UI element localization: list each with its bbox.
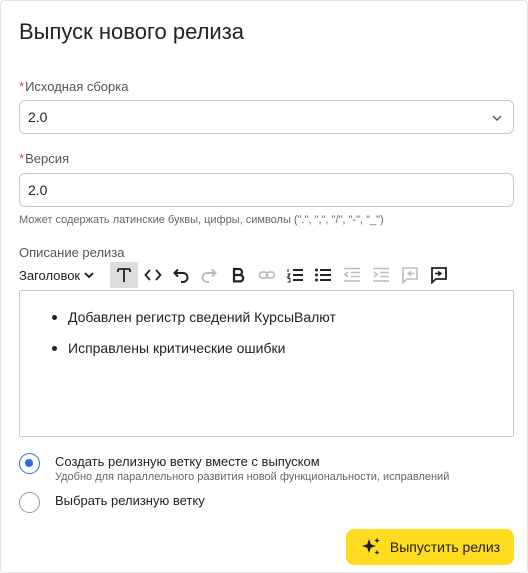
description-list: Добавлен регистр сведений КурсыВалют Исп…: [52, 309, 336, 371]
chevron-down-icon: [84, 272, 94, 279]
sparkle-icon: [361, 537, 380, 555]
description-label: Описание релиза: [19, 245, 125, 260]
option-sublabel: Удобно для параллельного развития новой …: [55, 471, 450, 483]
source-build-value: 2.0: [28, 109, 48, 125]
version-label: *Версия: [19, 151, 69, 166]
source-build-select[interactable]: 2.0: [19, 100, 514, 134]
required-mark: *: [19, 79, 25, 94]
release-button[interactable]: Выпустить релиз: [346, 529, 514, 565]
indent-icon[interactable]: [369, 262, 393, 288]
release-dialog: Выпуск нового релиза *Исходная сборка 2.…: [0, 0, 528, 573]
text-format-icon[interactable]: [110, 262, 138, 288]
code-icon[interactable]: [141, 262, 165, 288]
undo-icon[interactable]: [169, 262, 193, 288]
version-value: 2.0: [28, 182, 48, 198]
option-label: Выбрать релизную ветку: [55, 493, 205, 508]
bullet-list-icon[interactable]: [311, 262, 335, 288]
radio-select-branch[interactable]: [19, 492, 40, 513]
dialog-title: Выпуск нового релиза: [19, 19, 245, 44]
heading-select[interactable]: Заголовок: [19, 262, 105, 288]
redo-icon[interactable]: [197, 262, 221, 288]
release-button-label: Выпустить релиз: [389, 539, 501, 555]
chevron-down-icon: [492, 115, 502, 121]
option-label: Создать релизную ветку вместе с выпуском: [55, 454, 320, 469]
required-mark: *: [19, 151, 25, 166]
link-icon[interactable]: [255, 262, 279, 288]
radio-create-branch[interactable]: [19, 453, 40, 474]
version-hint: Может содержать латинские буквы, цифры, …: [19, 214, 384, 226]
description-editor[interactable]: Добавлен регистр сведений КурсыВалют Исп…: [19, 290, 514, 437]
comment-icon[interactable]: [398, 262, 422, 288]
list-item: Исправлены критические ошибки: [52, 340, 336, 356]
bold-icon[interactable]: [226, 262, 250, 288]
ordered-list-icon[interactable]: [283, 262, 307, 288]
list-item: Добавлен регистр сведений КурсыВалют: [52, 309, 336, 325]
source-build-label: *Исходная сборка: [19, 79, 129, 94]
outdent-icon[interactable]: [340, 262, 364, 288]
comment-add-icon[interactable]: [427, 262, 451, 288]
editor-toolbar: Заголовок: [19, 262, 514, 288]
version-input[interactable]: 2.0: [19, 173, 514, 207]
